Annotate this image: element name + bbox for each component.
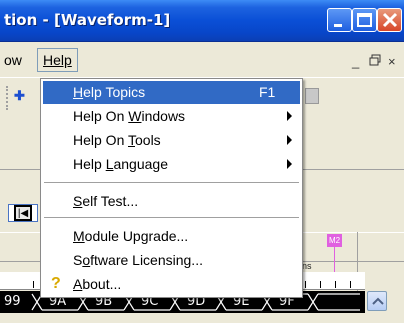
menu-item-label: Software Licensing... (73, 252, 203, 268)
menu-separator (44, 217, 299, 219)
menu-item-label: Help Topics (73, 84, 146, 100)
marker-m2-badge[interactable]: M2 (327, 234, 342, 247)
close-icon (382, 12, 398, 28)
window-title: tion - [Waveform-1] (4, 11, 171, 29)
menu-item-label: Module Upgrade... (73, 228, 189, 244)
menu-item-label: Help On Tools (73, 132, 161, 148)
menu-item-help-language[interactable]: Help Language (43, 153, 300, 176)
ruler-tick (305, 281, 306, 288)
toolbar-gripper[interactable] (6, 86, 10, 110)
submenu-arrow-icon (287, 159, 292, 169)
ruler-tick (320, 281, 321, 288)
menu-item-help-on-tools[interactable]: Help On Tools (43, 129, 300, 152)
go-to-start-icon: |◀ (14, 205, 32, 221)
menu-help-label: Help (43, 52, 72, 68)
mdi-close-button[interactable]: × (388, 54, 396, 69)
mdi-restore-button[interactable] (369, 54, 381, 69)
menu-item-module-upgrade[interactable]: Module Upgrade... (43, 225, 300, 248)
menu-item-label: Help On Windows (73, 108, 186, 124)
menu-view[interactable]: ow (4, 52, 22, 68)
minimize-button[interactable] (327, 8, 352, 32)
menu-item-label: Help Language (73, 156, 168, 172)
title-bar: tion - [Waveform-1] (0, 0, 404, 42)
time-unit-label: ns (302, 261, 312, 271)
ruler-tick (350, 281, 351, 288)
close-button[interactable] (377, 8, 402, 32)
help-question-icon: ? (51, 275, 61, 292)
menu-item-about[interactable]: ? About... (43, 273, 300, 296)
menu-item-label: Self Test... (73, 193, 139, 209)
add-icon[interactable]: ✚ (14, 88, 30, 104)
menu-item-help-topics[interactable]: Help Topics F1 (43, 81, 300, 104)
menu-item-software-licensing[interactable]: Software Licensing... (43, 249, 300, 272)
mdi-minimize-button[interactable]: _ (352, 54, 359, 69)
restore-icon (369, 54, 381, 66)
submenu-arrow-icon (287, 135, 292, 145)
scroll-up-button[interactable] (367, 291, 387, 311)
submenu-arrow-icon (287, 111, 292, 121)
minimize-icon (334, 24, 342, 27)
ruler-tick (33, 281, 34, 288)
bus-value: 99 (4, 294, 21, 309)
menu-help[interactable]: Help (37, 48, 78, 72)
menu-bar: ow Help _ × (0, 43, 404, 77)
help-menu-dropdown: Help Topics F1 Help On Windows Help On T… (40, 78, 303, 298)
maximize-icon (357, 13, 372, 27)
maximize-button[interactable] (352, 8, 377, 32)
chevron-up-icon (372, 297, 384, 305)
ruler-tick (335, 281, 336, 288)
menu-item-label: About... (73, 276, 122, 292)
menu-separator (44, 182, 299, 184)
menu-item-shortcut: F1 (259, 84, 276, 100)
toolbar-button[interactable] (305, 88, 319, 104)
menu-item-help-on-windows[interactable]: Help On Windows (43, 105, 300, 128)
menu-item-self-test[interactable]: Self Test... (43, 190, 300, 213)
